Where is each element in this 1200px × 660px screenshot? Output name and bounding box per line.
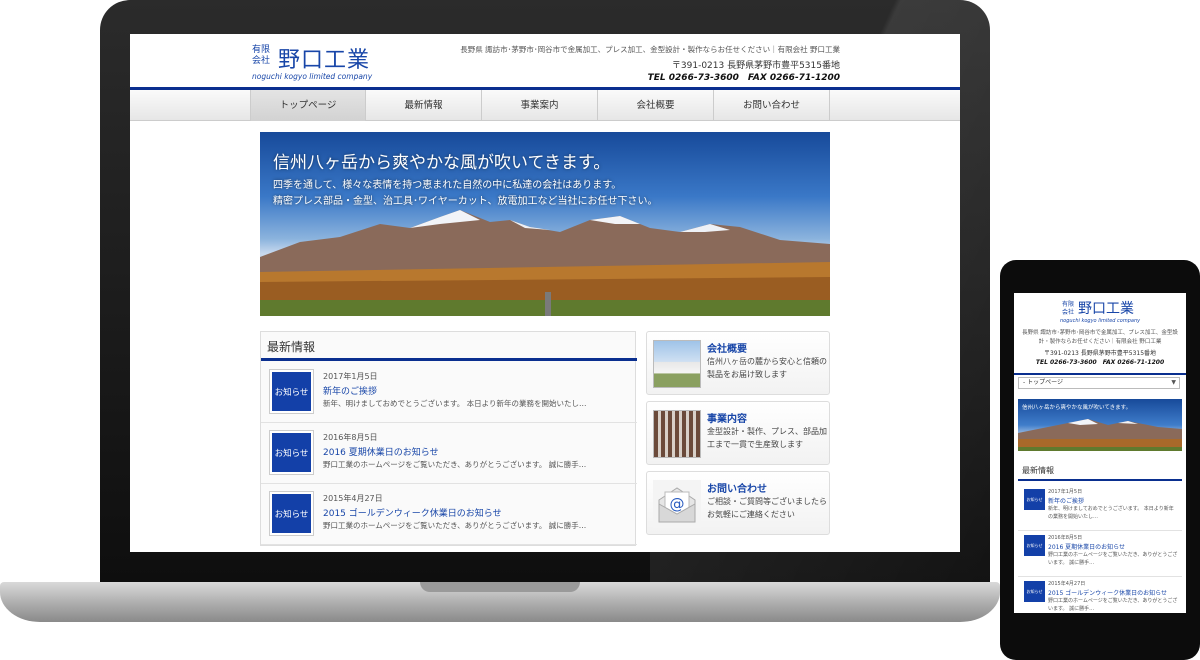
hero-line-2: 精密プレス部品・金型、治工具･ワイヤーカット、放電加工など当社にお任せ下さい。 xyxy=(273,196,658,207)
news-title-link[interactable]: 2016 夏期休業日のお知らせ xyxy=(323,445,439,458)
svg-text:@: @ xyxy=(670,495,685,513)
phone-logo-subtitle: noguchi kogyo limited company xyxy=(1060,318,1141,324)
header-description: 長野県 諏訪市･茅野市･岡谷市で金属加工、プレス加工、金型設計・製作ならお任せく… xyxy=(460,45,840,54)
news-excerpt: 野口工業のホームページをご覧いただき、ありがとうございます。 誠に勝手… xyxy=(323,460,587,469)
news-badge: お知らせ xyxy=(270,370,313,413)
laptop-screen: 有限 会社 野口工業 noguchi kogyo limited company … xyxy=(130,34,960,552)
card-company[interactable]: 会社概要 信州八ヶ岳の麓から安心と信頼の製品をお届け致します xyxy=(646,331,830,395)
card-business-title: 事業内容 xyxy=(707,414,747,425)
news-date: 2017年1月5日 xyxy=(323,372,378,381)
nav-news[interactable]: 最新情報 xyxy=(366,90,482,121)
phone-news-excerpt: 新年、明けましておめでとうございます。 本日より新年の業務を開始いたし… xyxy=(1048,506,1174,520)
hero-banner: 信州八ヶ岳から爽やかな風が吹いてきます。 四季を通して、様々な表情を持つ恵まれた… xyxy=(260,132,830,316)
card-company-title: 会社概要 xyxy=(707,344,747,355)
card-contact-title: お問い合わせ xyxy=(707,484,767,495)
phone-news-item: お知らせ 2015年4月27日 2015 ゴールデンウィーク休業日のお知らせ 野… xyxy=(1018,577,1182,613)
phone-site-logo[interactable]: 野口工業 xyxy=(1078,298,1134,318)
phone-header-description: 長野県 諏訪市･茅野市･岡谷市で金属加工、プレス加工、金型設計・製作ならお任せく… xyxy=(1022,330,1178,345)
mail-at-icon: @ xyxy=(653,480,701,528)
nav-company[interactable]: 会社概要 xyxy=(598,90,714,121)
nav-top[interactable]: トップページ xyxy=(250,90,366,121)
phone-news-rule xyxy=(1018,479,1182,481)
phone-header: 有限 会社 野口工業 noguchi kogyo limited company … xyxy=(1014,293,1186,385)
phone-hero-title: 信州八ヶ岳から爽やかな風が吹いてきます。 xyxy=(1022,405,1132,411)
nav-contact[interactable]: お問い合わせ xyxy=(714,90,830,121)
site-logo[interactable]: 野口工業 xyxy=(278,42,370,74)
header-tel-fax: TEL 0266-73-3600 FAX 0266-71-1200 xyxy=(647,73,840,83)
phone-news-date: 2015年4月27日 xyxy=(1048,581,1086,587)
main-nav: トップページ 最新情報 事業案内 会社概要 お問い合わせ xyxy=(130,90,960,121)
phone-news-date: 2017年1月5日 xyxy=(1048,489,1083,495)
phone-screen: 有限 会社 野口工業 noguchi kogyo limited company … xyxy=(1014,293,1186,613)
news-badge: お知らせ xyxy=(270,431,313,474)
phone-nav-select-value: - トップページ xyxy=(1023,379,1063,386)
building-photo xyxy=(653,340,701,388)
phone-news-date: 2016年8月5日 xyxy=(1048,535,1083,541)
news-item: お知らせ 2016年8月5日 2016 夏期休業日のお知らせ 野口工業のホームペ… xyxy=(261,424,637,484)
phone-logo-company-type: 有限 会社 xyxy=(1062,301,1075,316)
news-panel: 最新情報 お知らせ 2017年1月5日 新年のご挨拶 新年、明けましておめでとう… xyxy=(260,331,637,546)
news-heading: 最新情報 xyxy=(267,340,316,354)
laptop-notch xyxy=(420,582,580,592)
card-contact[interactable]: @ お問い合わせ ご相談・ご質問等ございましたらお気軽にご連絡ください xyxy=(646,471,830,535)
phone-news-badge: お知らせ xyxy=(1024,489,1045,510)
card-business[interactable]: 事業内容 金型設計・製作、プレス、部品加工まで一貫で生産致します xyxy=(646,401,830,465)
phone-news-excerpt: 野口工業のホームページをご覧いただき、ありがとうございます。 誠に勝手… xyxy=(1048,552,1178,566)
phone-news-heading: 最新情報 xyxy=(1022,466,1054,475)
phone-header-address: 〒391-0213 長野県茅野市豊平5315番地 xyxy=(1043,350,1157,357)
hero-title: 信州八ヶ岳から爽やかな風が吹いてきます。 xyxy=(273,153,611,173)
parts-photo xyxy=(653,410,701,458)
phone-hero-banner: 信州八ヶ岳から爽やかな風が吹いてきます。 xyxy=(1018,399,1182,451)
phone-nav-select[interactable]: - トップページ ▼ xyxy=(1018,377,1180,389)
news-title-link[interactable]: 新年のご挨拶 xyxy=(323,384,377,397)
news-item: お知らせ 2017年1月5日 新年のご挨拶 新年、明けましておめでとうございます… xyxy=(261,363,637,423)
card-contact-text: ご相談・ご質問等ございましたらお気軽にご連絡ください xyxy=(707,497,827,519)
news-item: お知らせ 2015年4月27日 2015 ゴールデンウィーク休業日のお知らせ 野… xyxy=(261,485,637,545)
phone-news-excerpt: 野口工業のホームページをご覧いただき、ありがとうございます。 誠に勝手… xyxy=(1048,598,1178,612)
phone-news-item: お知らせ 2016年8月5日 2016 夏期休業日のお知らせ 野口工業のホームペ… xyxy=(1018,531,1182,577)
phone-news-title-link[interactable]: 新年のご挨拶 xyxy=(1048,496,1084,505)
logo-subtitle: noguchi kogyo limited company xyxy=(252,72,373,81)
nav-business[interactable]: 事業案内 xyxy=(482,90,598,121)
news-heading-rule xyxy=(261,358,637,361)
logo-company-type: 有限 会社 xyxy=(252,45,271,66)
card-company-text: 信州八ヶ岳の麓から安心と信頼の製品をお届け致します xyxy=(707,357,827,379)
news-date: 2015年4月27日 xyxy=(323,494,383,503)
card-business-text: 金型設計・製作、プレス、部品加工まで一貫で生産致します xyxy=(707,427,827,449)
phone-news-badge: お知らせ xyxy=(1024,535,1045,556)
phone-news-badge: お知らせ xyxy=(1024,581,1045,602)
phone-news-title-link[interactable]: 2016 夏期休業日のお知らせ xyxy=(1048,542,1125,551)
news-title-link[interactable]: 2015 ゴールデンウィーク休業日のお知らせ xyxy=(323,506,502,519)
site-header: 有限 会社 野口工業 noguchi kogyo limited company … xyxy=(130,34,960,90)
hero-line-1: 四季を通して、様々な表情を持つ恵まれた自然の中に私達の会社はあります。 xyxy=(273,180,622,191)
news-excerpt: 新年、明けましておめでとうございます。 本日より新年の業務を開始いたし… xyxy=(323,399,587,408)
chevron-down-icon: ▼ xyxy=(1171,379,1176,386)
news-badge: お知らせ xyxy=(270,492,313,535)
news-date: 2016年8月5日 xyxy=(323,433,378,442)
phone-news-item: お知らせ 2017年1月5日 新年のご挨拶 新年、明けましておめでとうございます… xyxy=(1018,485,1182,531)
phone-header-tel-fax: TEL 0266-73-3600 FAX 0266-71-1200 xyxy=(1035,359,1165,366)
phone-news-title-link[interactable]: 2015 ゴールデンウィーク休業日のお知らせ xyxy=(1048,588,1167,597)
news-excerpt: 野口工業のホームページをご覧いただき、ありがとうございます。 誠に勝手… xyxy=(323,521,587,530)
phone-header-rule xyxy=(1014,373,1186,375)
